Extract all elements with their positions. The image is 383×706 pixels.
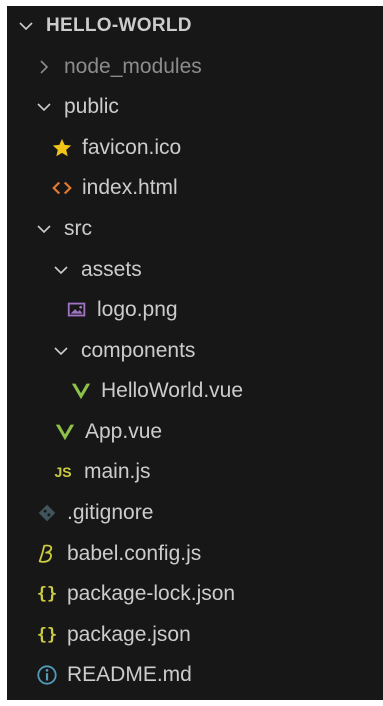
tree-folder-public[interactable]: public bbox=[7, 87, 383, 127]
root-folder-label: HELLO-WORLD bbox=[46, 15, 192, 36]
file-label: .gitignore bbox=[67, 501, 154, 524]
babel-icon bbox=[36, 543, 58, 565]
folder-label: assets bbox=[81, 258, 142, 281]
tree-folder-src[interactable]: src bbox=[7, 209, 383, 249]
tree-file-package-lock-json[interactable]: {} package-lock.json bbox=[7, 574, 383, 614]
tree-folder-assets[interactable]: assets bbox=[7, 250, 383, 290]
chevron-down-icon bbox=[36, 221, 52, 237]
chevron-down-icon bbox=[36, 99, 52, 115]
file-label: index.html bbox=[82, 176, 178, 199]
info-icon bbox=[36, 664, 58, 686]
tree-file-index-html[interactable]: index.html bbox=[7, 168, 383, 208]
image-icon bbox=[66, 299, 88, 321]
tree-file-app-vue[interactable]: App.vue bbox=[7, 412, 383, 452]
file-label: logo.png bbox=[97, 298, 178, 321]
tree-file-gitignore[interactable]: .gitignore bbox=[7, 493, 383, 533]
file-label: App.vue bbox=[85, 420, 163, 443]
chevron-right-icon bbox=[36, 59, 52, 75]
vue-icon bbox=[54, 421, 76, 443]
file-label: README.md bbox=[67, 663, 192, 686]
chevron-down-icon bbox=[18, 18, 34, 34]
folder-label: src bbox=[64, 217, 92, 240]
tree-folder-node-modules[interactable]: node_modules bbox=[7, 47, 383, 87]
vue-icon bbox=[70, 380, 92, 402]
explorer-root-folder[interactable]: HELLO-WORLD bbox=[7, 6, 383, 46]
file-label: babel.config.js bbox=[67, 542, 202, 565]
file-label: package-lock.json bbox=[67, 582, 236, 605]
json-icon: {} bbox=[36, 584, 58, 604]
tree-file-logo-png[interactable]: logo.png bbox=[7, 290, 383, 330]
tree-file-babel-config[interactable]: babel.config.js bbox=[7, 534, 383, 574]
tree-folder-components[interactable]: components bbox=[7, 331, 383, 371]
folder-label: public bbox=[64, 95, 119, 118]
chevron-down-icon bbox=[53, 343, 69, 359]
chevron-down-icon bbox=[53, 262, 69, 278]
tree-file-helloworld-vue[interactable]: HelloWorld.vue bbox=[7, 371, 383, 411]
file-explorer: HELLO-WORLD node_modules public favicon.… bbox=[7, 6, 383, 700]
html-icon bbox=[51, 177, 73, 199]
folder-label: components bbox=[81, 339, 196, 362]
folder-label: node_modules bbox=[64, 55, 202, 78]
tree-file-main-js[interactable]: JS main.js bbox=[7, 452, 383, 492]
file-label: main.js bbox=[84, 460, 151, 483]
js-icon: JS bbox=[54, 464, 72, 480]
file-label: HelloWorld.vue bbox=[101, 379, 244, 402]
json-icon: {} bbox=[36, 625, 58, 645]
git-icon bbox=[36, 502, 58, 524]
star-icon bbox=[51, 137, 73, 159]
file-label: package.json bbox=[67, 623, 191, 646]
tree-file-package-json[interactable]: {} package.json bbox=[7, 615, 383, 655]
tree-file-favicon[interactable]: favicon.ico bbox=[7, 128, 383, 168]
file-label: favicon.ico bbox=[82, 136, 182, 159]
tree-file-readme-md[interactable]: README.md bbox=[7, 655, 383, 695]
